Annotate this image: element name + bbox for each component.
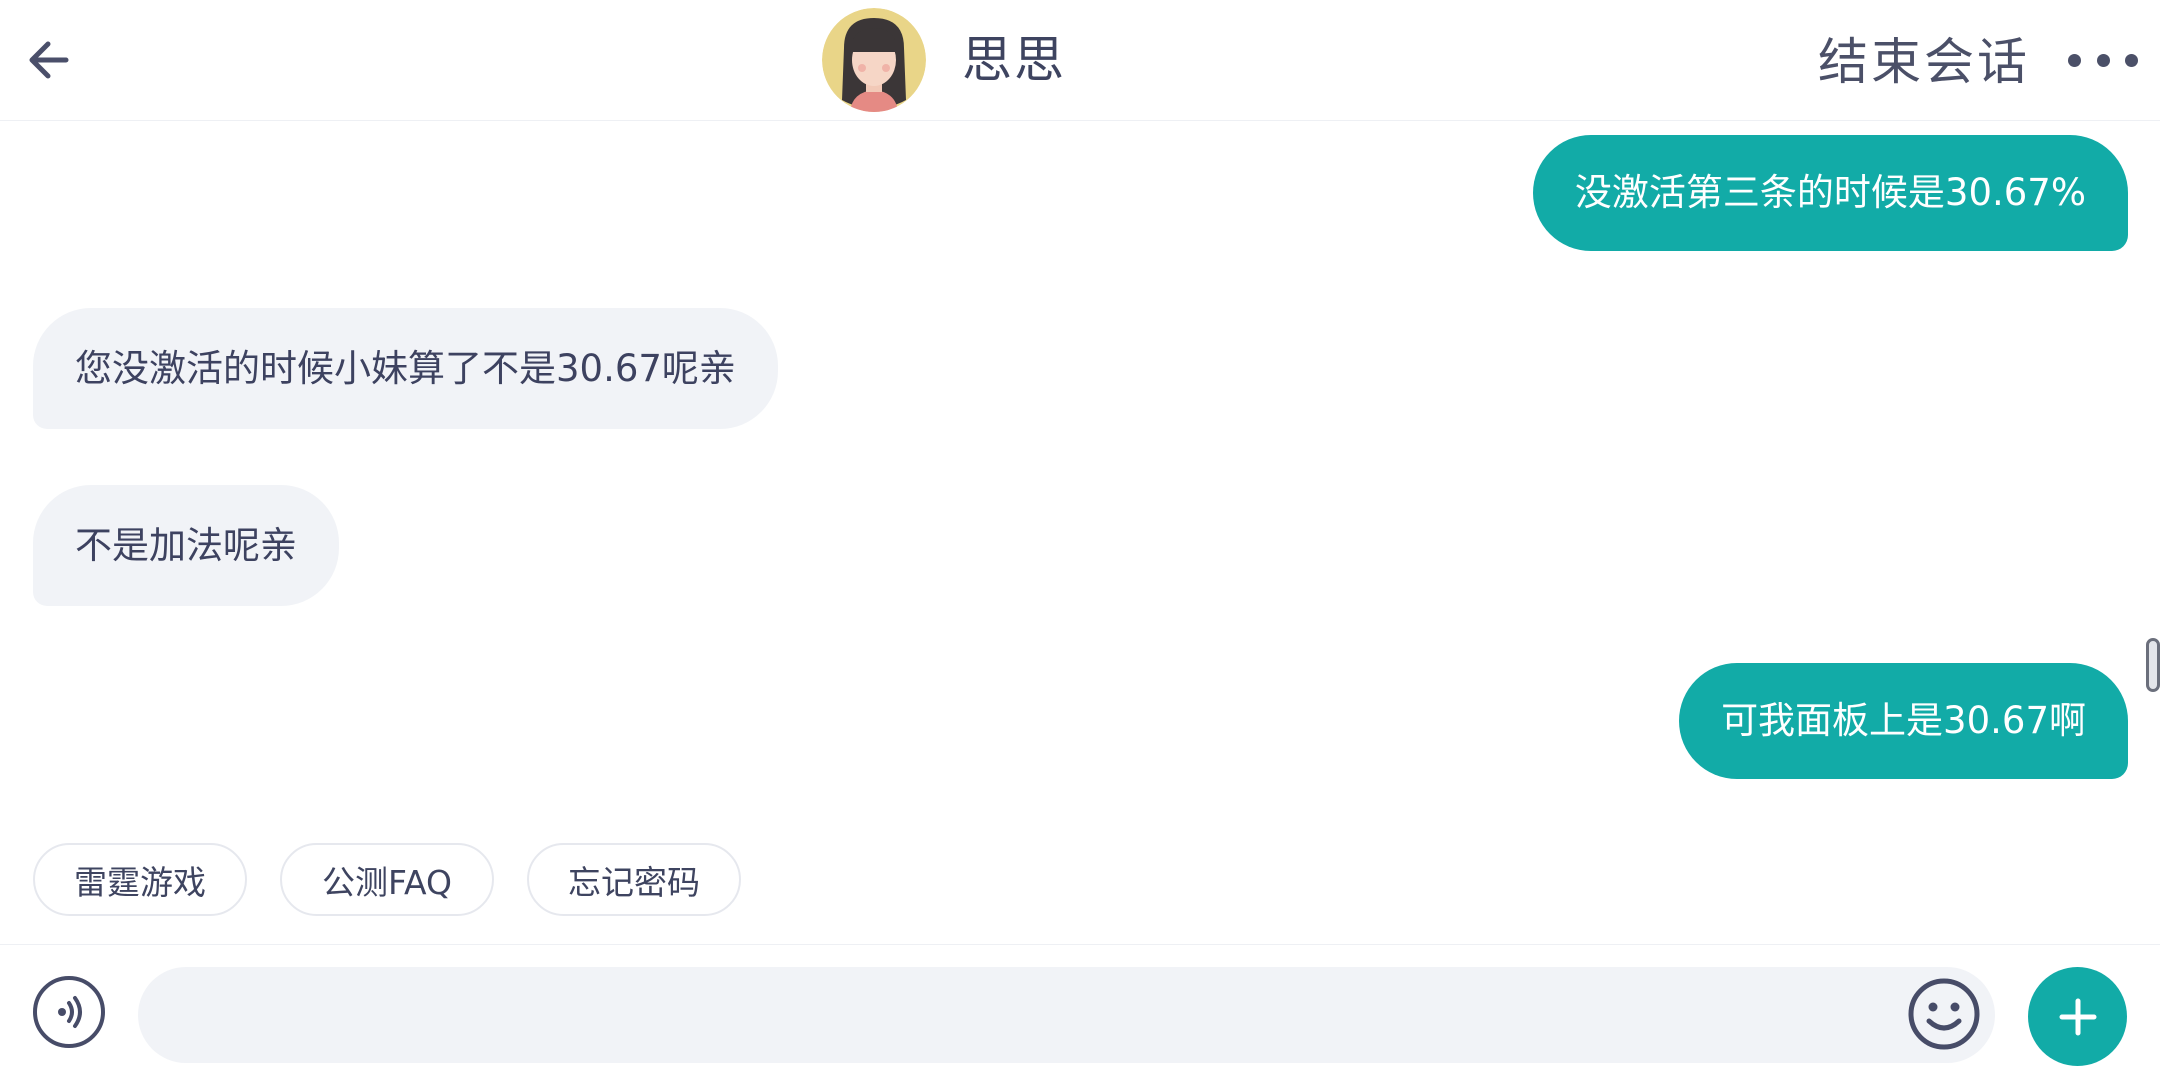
emoji-button[interactable] xyxy=(1907,977,1981,1051)
back-button[interactable] xyxy=(18,30,78,90)
input-bar xyxy=(0,944,2160,1080)
quick-reply-chip[interactable]: 公测FAQ xyxy=(280,843,494,916)
chat-header: 思思 结束会话 xyxy=(0,0,2160,121)
scrollbar-thumb[interactable] xyxy=(2146,638,2160,692)
contact-name: 思思 xyxy=(962,31,1066,89)
message-bubble-outgoing[interactable]: 没激活第三条的时候是30.67% xyxy=(1532,135,2128,251)
message-bubble-incoming[interactable]: 不是加法呢亲 xyxy=(33,485,339,606)
more-dots-icon xyxy=(2068,53,2081,67)
end-session-button[interactable]: 结束会话 xyxy=(1818,32,2030,92)
more-button[interactable] xyxy=(2068,40,2138,80)
chat-screen: 思思 结束会话 没激活第三条的时候是30.67% 您没激活的时候小妹算了不是30… xyxy=(0,0,2160,1080)
emoji-icon xyxy=(1908,978,1980,1050)
quick-reply-chip[interactable]: 忘记密码 xyxy=(527,843,741,916)
voice-icon xyxy=(58,996,82,1028)
message-bubble-incoming[interactable]: 您没激活的时候小妹算了不是30.67呢亲 xyxy=(33,308,778,429)
message-input[interactable] xyxy=(138,967,1995,1063)
quick-reply-chip[interactable]: 雷霆游戏 xyxy=(33,843,247,916)
plus-icon xyxy=(2059,998,2096,1035)
voice-button[interactable] xyxy=(33,976,105,1048)
message-bubble-outgoing[interactable]: 可我面板上是30.67啊 xyxy=(1679,663,2128,779)
arrow-left-icon xyxy=(29,41,69,79)
add-attachment-button[interactable] xyxy=(2028,967,2127,1066)
avatar xyxy=(822,8,926,112)
